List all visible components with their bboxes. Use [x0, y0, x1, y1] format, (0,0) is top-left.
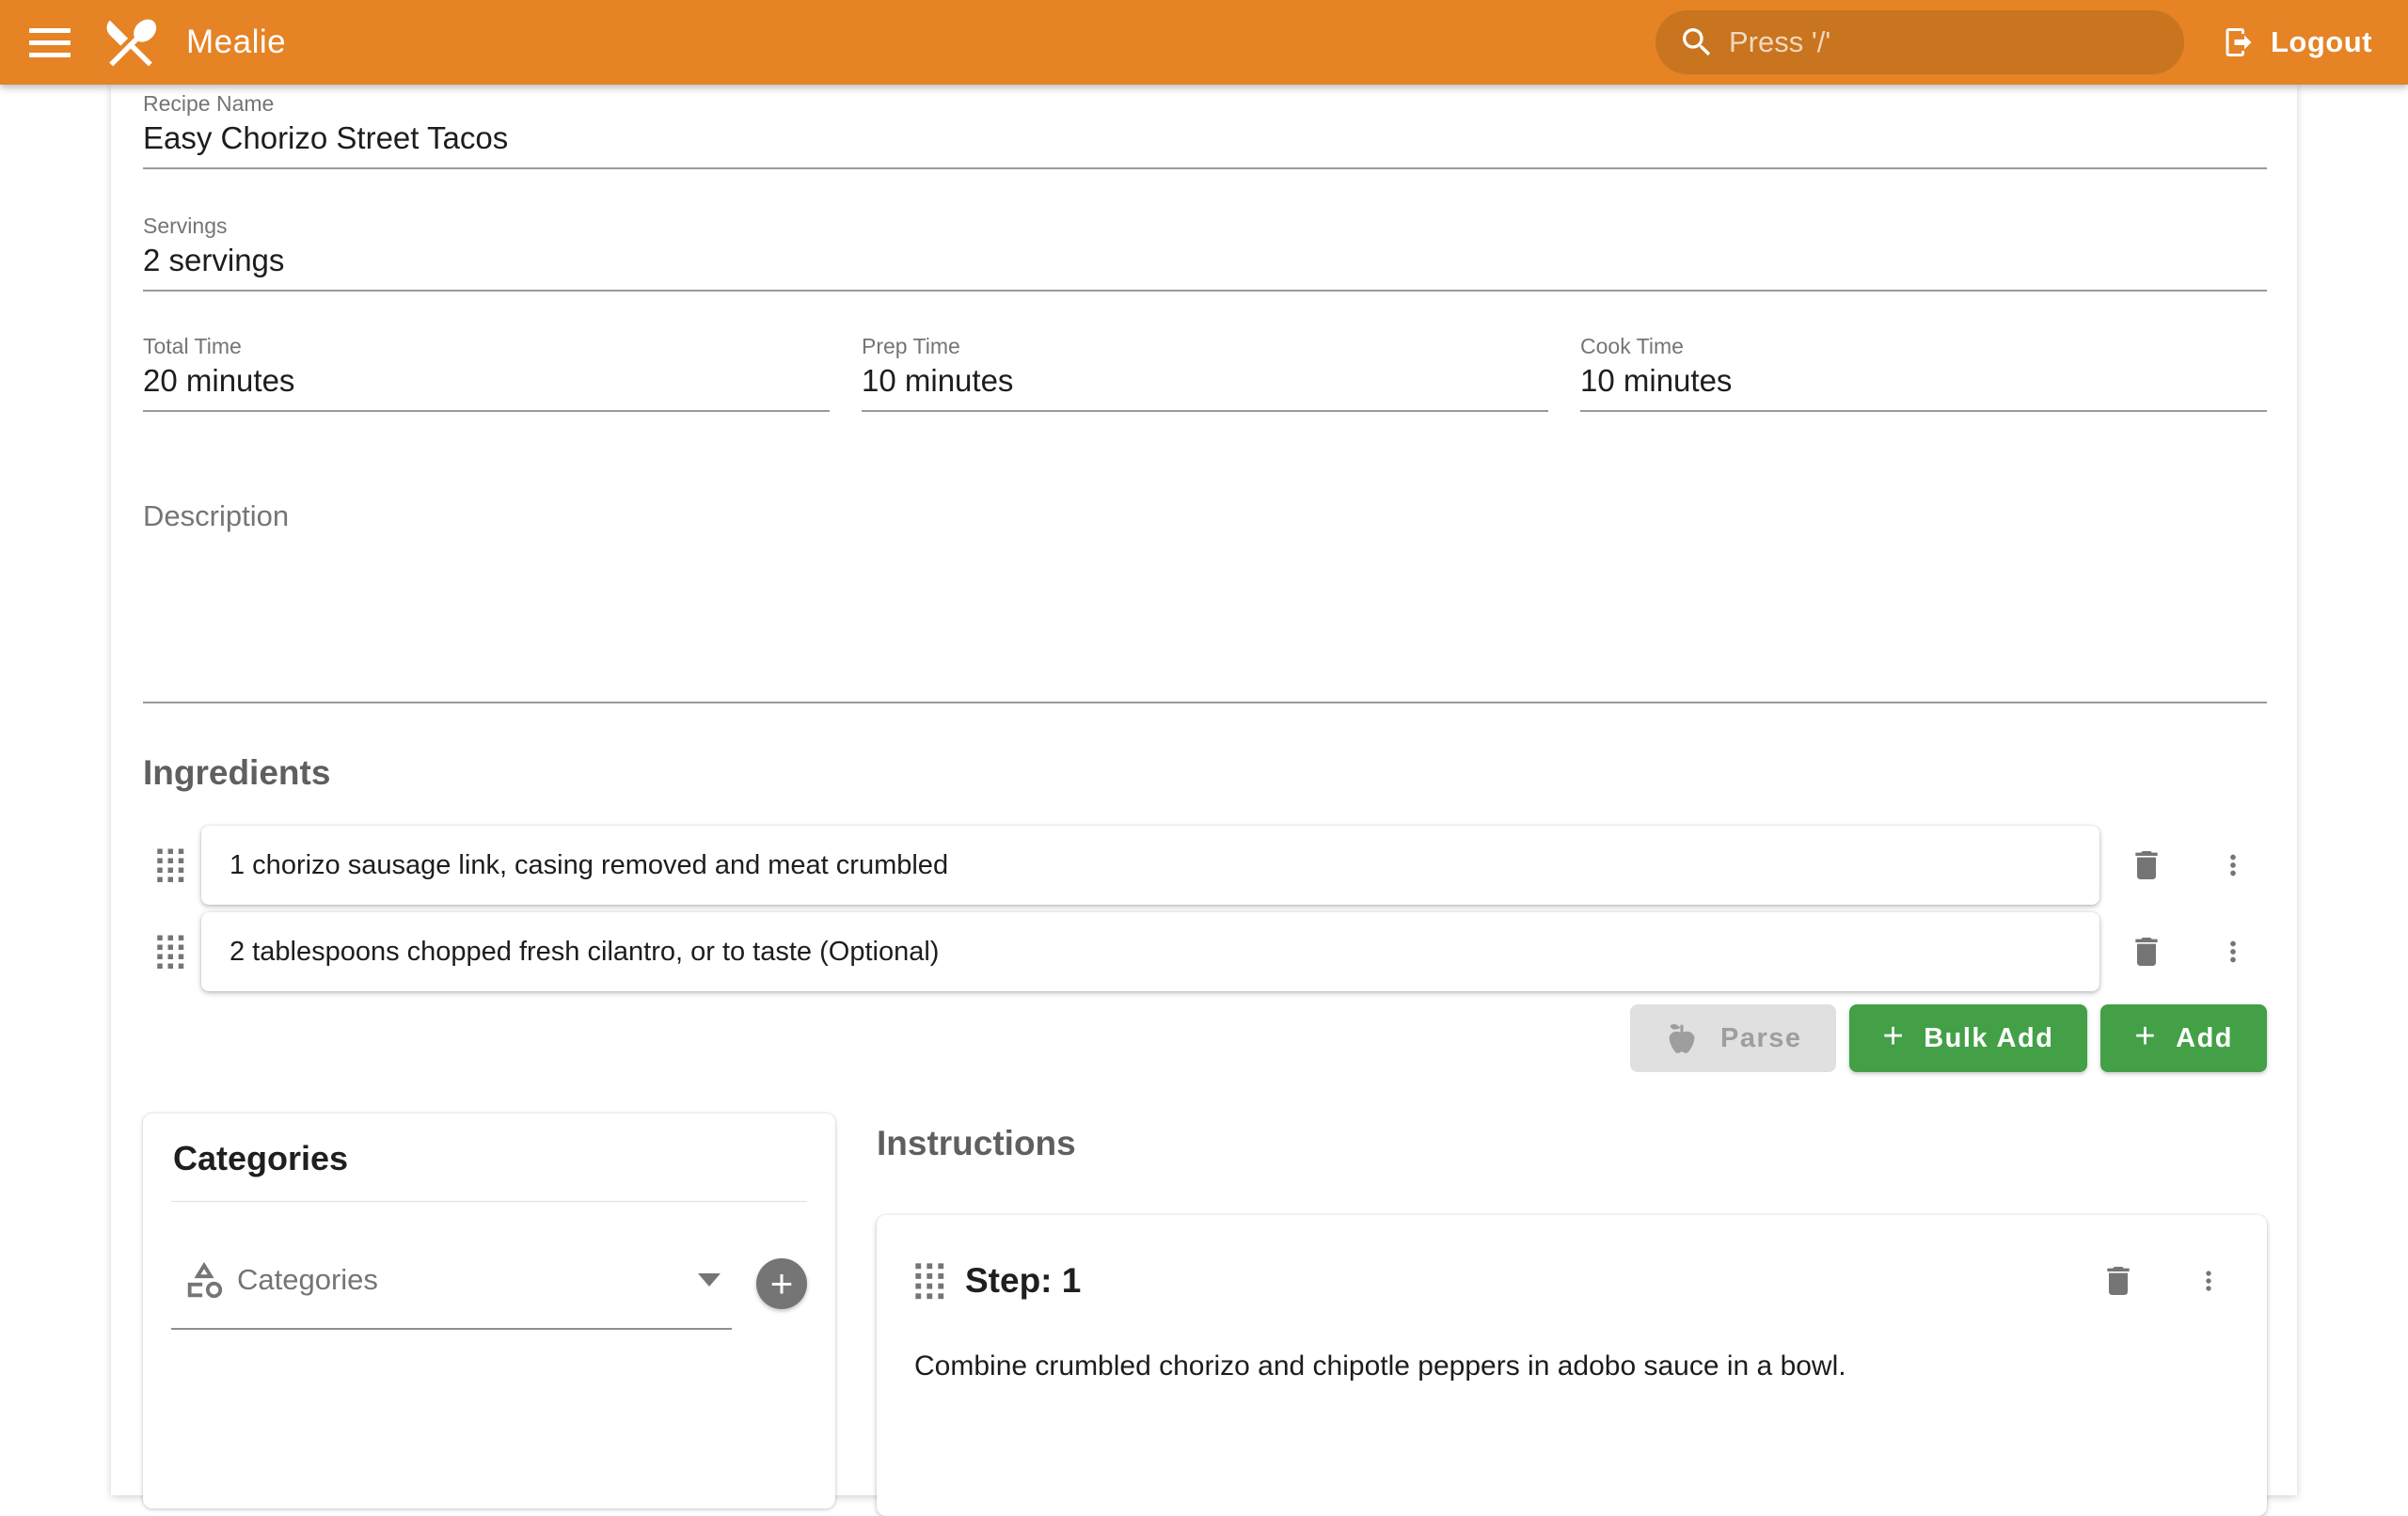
trash-icon: [2128, 846, 2165, 884]
cook-time-label: Cook Time: [1580, 333, 2267, 359]
ingredient-menu-button[interactable]: [2212, 929, 2254, 974]
recipe-editor-card: Recipe Name Easy Chorizo Street Tacos Se…: [111, 85, 2297, 1495]
ingredient-menu-button[interactable]: [2212, 843, 2254, 888]
categories-select-label: Categories: [237, 1263, 698, 1297]
logout-icon: [2222, 25, 2256, 59]
app-bar: Mealie Press '/' Logout: [0, 0, 2408, 85]
ingredient-text: 2 tablespoons chopped fresh cilantro, or…: [230, 937, 939, 968]
add-category-button[interactable]: +: [756, 1258, 807, 1309]
cook-time-field[interactable]: Cook Time 10 minutes: [1580, 333, 2267, 412]
step-text-input[interactable]: Combine crumbled chorizo and chipotle pe…: [914, 1347, 2229, 1386]
ingredients-heading: Ingredients: [143, 752, 2267, 794]
parse-button[interactable]: Parse: [1630, 1004, 1836, 1072]
delete-ingredient-button[interactable]: [2124, 929, 2169, 974]
search-placeholder: Press '/': [1729, 25, 1830, 59]
ingredient-actions-row: Parse + Bulk Add + Add: [143, 1004, 2267, 1072]
step-menu-button[interactable]: [2190, 1258, 2227, 1303]
bottom-area: Categories Categories + Instructions: [143, 1113, 2267, 1516]
categories-card: Categories Categories +: [143, 1113, 835, 1508]
shapes-icon: [182, 1258, 226, 1302]
prep-time-value[interactable]: 10 minutes: [862, 359, 1548, 403]
ingredient-input[interactable]: 1 chorizo sausage link, casing removed a…: [201, 826, 2099, 905]
trash-icon: [2128, 933, 2165, 971]
description-value[interactable]: [143, 534, 2267, 702]
caret-down-icon: [698, 1273, 721, 1287]
categories-title: Categories: [171, 1138, 807, 1179]
ingredient-input[interactable]: 2 tablespoons chopped fresh cilantro, or…: [201, 912, 2099, 991]
ingredient-text: 1 chorizo sausage link, casing removed a…: [230, 850, 948, 881]
servings-field[interactable]: Servings 2 servings: [143, 213, 2267, 292]
logout-button[interactable]: Logout: [2214, 8, 2380, 76]
delete-step-button[interactable]: [2096, 1258, 2141, 1303]
kebab-menu-icon: [2217, 849, 2249, 881]
instructions-heading: Instructions: [877, 1123, 2267, 1164]
total-time-value[interactable]: 20 minutes: [143, 359, 830, 403]
plus-icon: +: [2134, 1019, 2157, 1054]
step-title: Step: 1: [965, 1261, 2096, 1301]
plus-icon: +: [770, 1260, 794, 1307]
apple-icon: [1664, 1020, 1700, 1056]
parse-label: Parse: [1720, 1023, 1802, 1054]
delete-ingredient-button[interactable]: [2124, 843, 2169, 888]
drag-handle-icon[interactable]: [152, 843, 188, 888]
ingredient-row: 1 chorizo sausage link, casing removed a…: [143, 826, 2267, 905]
prep-time-field[interactable]: Prep Time 10 minutes: [862, 333, 1548, 412]
add-label: Add: [2176, 1023, 2233, 1054]
drag-handle-icon[interactable]: [152, 929, 188, 974]
recipe-name-label: Recipe Name: [143, 90, 2267, 117]
search-input[interactable]: Press '/': [1656, 10, 2184, 74]
plus-icon: +: [1883, 1019, 1906, 1054]
times-row: Total Time 20 minutes Prep Time 10 minut…: [143, 333, 2267, 412]
prep-time-label: Prep Time: [862, 333, 1548, 359]
recipe-name-value[interactable]: Easy Chorizo Street Tacos: [143, 117, 2267, 160]
total-time-field[interactable]: Total Time 20 minutes: [143, 333, 830, 412]
app-title: Mealie: [186, 24, 286, 61]
instruction-step-card: Step: 1 Combine crumbled chorizo and chi…: [877, 1215, 2267, 1516]
instructions-section: Instructions Step: 1: [877, 1113, 2267, 1516]
cook-time-value[interactable]: 10 minutes: [1580, 359, 2267, 403]
menu-icon[interactable]: [23, 15, 77, 70]
bulk-add-label: Bulk Add: [1924, 1023, 2053, 1054]
bulk-add-button[interactable]: + Bulk Add: [1849, 1004, 2088, 1072]
kebab-menu-icon: [2194, 1266, 2224, 1296]
servings-value[interactable]: 2 servings: [143, 239, 2267, 282]
divider: [171, 1201, 807, 1202]
recipe-name-field[interactable]: Recipe Name Easy Chorizo Street Tacos: [143, 90, 2267, 169]
drag-handle-icon[interactable]: [914, 1256, 952, 1305]
total-time-label: Total Time: [143, 333, 830, 359]
description-field[interactable]: Description: [143, 498, 2267, 703]
description-label: Description: [143, 498, 2267, 534]
trash-icon: [2099, 1262, 2137, 1300]
categories-select[interactable]: Categories: [171, 1258, 732, 1330]
servings-label: Servings: [143, 213, 2267, 239]
search-icon: [1678, 24, 1716, 61]
step-header: Step: 1: [914, 1256, 2229, 1305]
kebab-menu-icon: [2217, 936, 2249, 968]
crossed-fork-knife-icon: [100, 11, 162, 73]
add-ingredient-button[interactable]: + Add: [2100, 1004, 2267, 1072]
categories-select-row: Categories +: [171, 1258, 807, 1330]
logout-label: Logout: [2271, 25, 2372, 59]
ingredient-row: 2 tablespoons chopped fresh cilantro, or…: [143, 912, 2267, 991]
